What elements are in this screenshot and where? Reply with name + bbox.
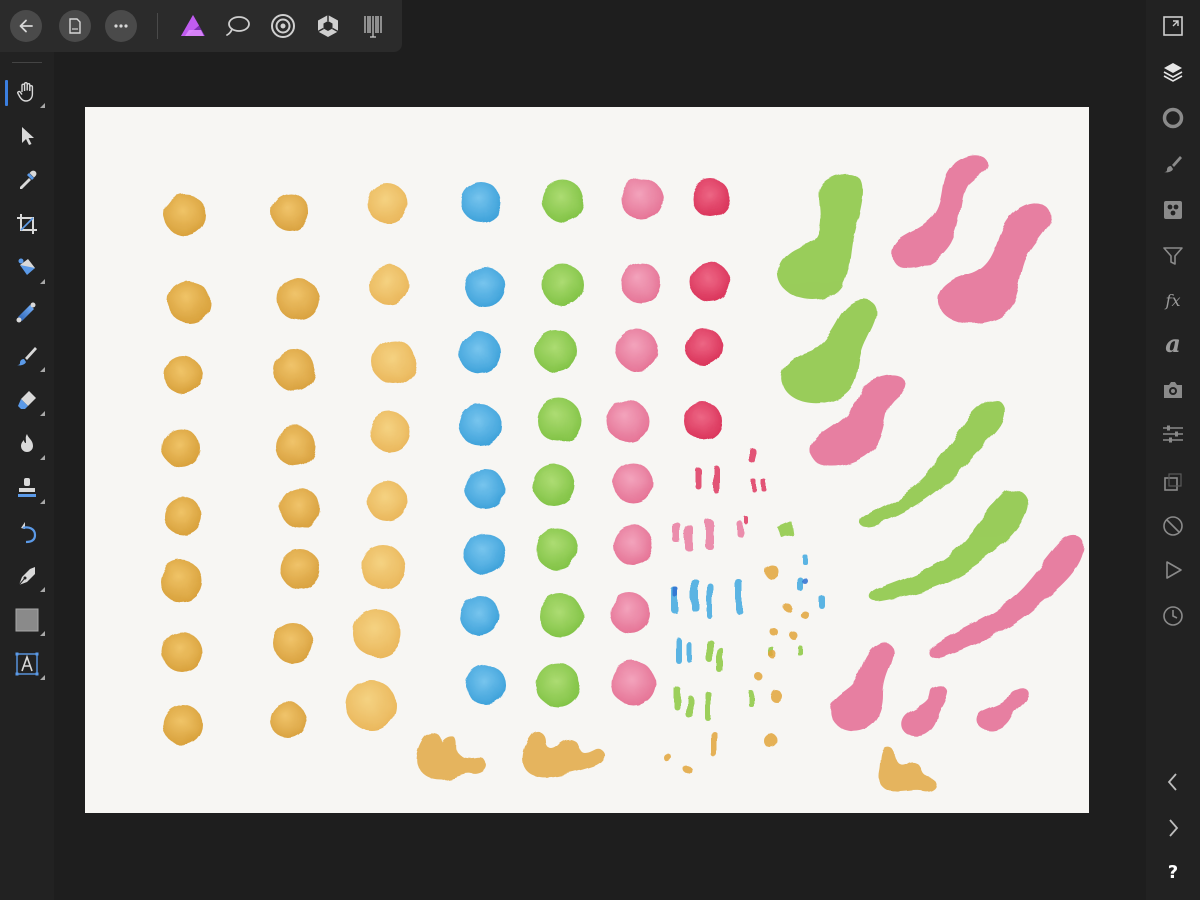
swatches-icon	[1164, 201, 1182, 219]
text-frame-icon	[15, 652, 39, 676]
affinity-photo-icon	[181, 15, 205, 36]
crop-tool[interactable]	[9, 206, 45, 242]
flame-icon	[21, 434, 33, 452]
photo-persona-button[interactable]	[177, 10, 209, 42]
play-icon	[1166, 561, 1182, 579]
chevron-right-icon	[1169, 819, 1179, 837]
color-icon	[1162, 107, 1184, 129]
back-button[interactable]	[10, 10, 42, 42]
previous-button[interactable]	[1155, 764, 1191, 800]
stamp-icon	[18, 478, 36, 497]
stock-button[interactable]	[1155, 372, 1191, 408]
undo-brush-tool[interactable]	[9, 514, 45, 550]
adjustments-filter-icon	[1163, 247, 1183, 265]
color-button[interactable]	[1155, 100, 1191, 136]
next-button[interactable]	[1155, 810, 1191, 846]
camera-icon	[1164, 382, 1182, 398]
gradient-icon	[16, 302, 36, 323]
swatches-button[interactable]	[1155, 192, 1191, 228]
navigator-icon	[1163, 16, 1183, 36]
studio-panel: fx a ?	[1146, 0, 1200, 900]
layers-button[interactable]	[1155, 54, 1191, 90]
navigator-button[interactable]	[1155, 8, 1191, 44]
chevron-left-icon	[1167, 773, 1177, 791]
help-button[interactable]: ?	[1155, 854, 1191, 890]
shutter-icon	[317, 15, 339, 37]
sliders-icon	[1163, 425, 1183, 443]
no-entry-icon	[1163, 516, 1183, 536]
eraser-tool[interactable]	[9, 382, 45, 418]
text-styles-button[interactable]: a	[1155, 326, 1191, 362]
flood-fill-tool[interactable]	[9, 250, 45, 286]
artistic-text-tool[interactable]	[9, 646, 45, 682]
active-tool-indicator	[5, 80, 8, 106]
transform-button[interactable]	[1155, 464, 1191, 500]
toolbar-divider	[157, 13, 158, 39]
clock-icon	[1163, 606, 1183, 626]
brush-icon	[17, 347, 37, 366]
gradient-tool[interactable]	[9, 294, 45, 330]
transform-icon	[1164, 473, 1182, 491]
help-label: ?	[1167, 861, 1179, 883]
pen-nib-icon	[18, 567, 35, 586]
crop-icon	[17, 214, 37, 234]
rectangle-tool[interactable]	[9, 602, 45, 638]
paint-brush-tool[interactable]	[9, 338, 45, 374]
channels-button[interactable]	[1155, 416, 1191, 452]
eyedropper-icon	[20, 170, 37, 189]
history-button[interactable]	[1155, 598, 1191, 634]
document-menu-button[interactable]	[59, 10, 91, 42]
hand-icon	[17, 82, 34, 102]
paint-bucket-icon	[18, 258, 35, 275]
pointer-arrow-icon	[22, 127, 34, 145]
pen-tool[interactable]	[9, 558, 45, 594]
rectangle-icon	[15, 608, 39, 632]
tools-panel	[0, 52, 54, 900]
move-tool[interactable]	[9, 118, 45, 154]
undo-brush-icon	[21, 522, 37, 544]
app-window: fx a ?	[0, 0, 1200, 900]
dodge-burn-tool[interactable]	[9, 426, 45, 462]
fx-icon: fx	[1165, 290, 1181, 310]
history-block-button[interactable]	[1155, 508, 1191, 544]
barcode-icon	[364, 16, 382, 38]
text-styles-icon: a	[1165, 329, 1181, 358]
document-canvas[interactable]	[85, 107, 1089, 813]
export-persona-button[interactable]	[357, 10, 389, 42]
adjustments-button[interactable]	[1155, 238, 1191, 274]
effects-button[interactable]: fx	[1155, 282, 1191, 318]
document-icon	[69, 18, 81, 34]
layers-icon	[1163, 63, 1183, 82]
liquify-persona-button[interactable]	[222, 10, 254, 42]
arrow-left-icon	[19, 19, 33, 33]
tone-mapping-persona-button[interactable]	[312, 10, 344, 42]
develop-persona-button[interactable]	[267, 10, 299, 42]
macro-button[interactable]	[1155, 552, 1191, 588]
clone-tool[interactable]	[9, 470, 45, 506]
watercolor-artwork	[160, 155, 1084, 792]
eraser-icon	[18, 391, 36, 409]
brushes-icon	[1164, 156, 1182, 173]
color-picker-tool[interactable]	[9, 162, 45, 198]
aperture-icon	[271, 14, 295, 38]
tools-divider	[12, 62, 42, 63]
brushes-button[interactable]	[1155, 146, 1191, 182]
more-menu-button[interactable]	[105, 10, 137, 42]
lasso-icon	[226, 16, 250, 36]
ellipsis-icon	[114, 24, 128, 28]
top-toolbar	[0, 0, 402, 52]
view-tool[interactable]	[9, 74, 45, 110]
